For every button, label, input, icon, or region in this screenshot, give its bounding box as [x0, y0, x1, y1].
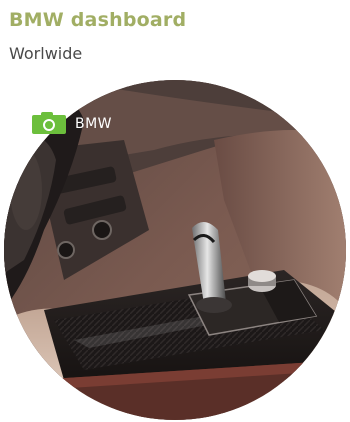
photo-caption: BMW [32, 111, 113, 134]
camera-icon [32, 111, 66, 134]
page-subtitle: Worlwide [9, 44, 83, 63]
page-title: BMW dashboard [9, 9, 187, 31]
photo-caption-label: BMW [75, 116, 113, 132]
